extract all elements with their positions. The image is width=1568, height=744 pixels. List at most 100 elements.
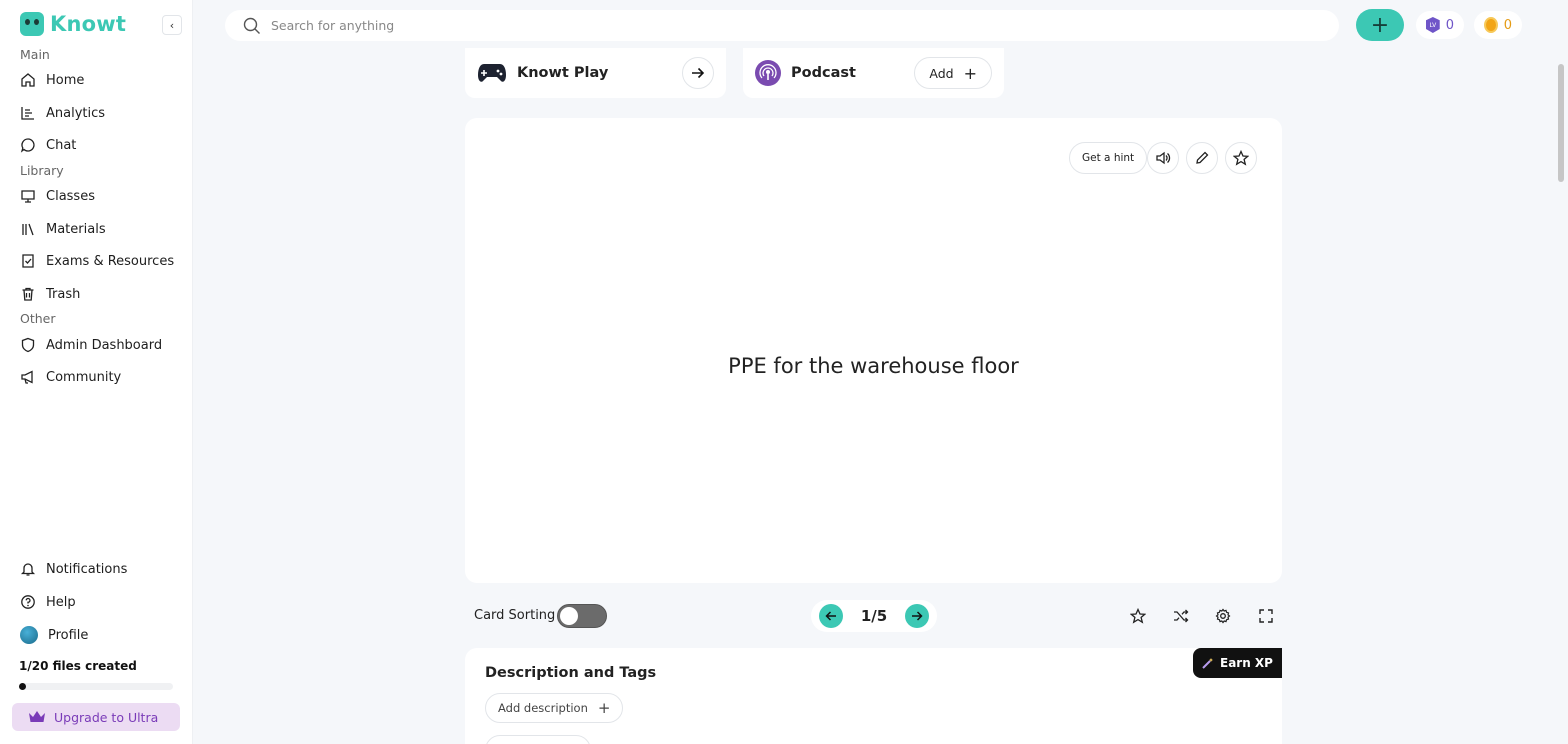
star-card-button[interactable] xyxy=(1225,142,1257,174)
help-icon xyxy=(21,595,35,609)
avatar xyxy=(20,626,38,644)
arrow-left-icon xyxy=(825,611,836,621)
knowt-logo[interactable]: Knowt xyxy=(20,12,126,36)
sidebar-item-chat[interactable]: Chat xyxy=(20,135,76,155)
fullscreen-icon xyxy=(1259,609,1273,623)
audio-button[interactable] xyxy=(1147,142,1179,174)
section-label-main: Main xyxy=(20,47,50,62)
app-name: Knowt xyxy=(50,12,127,36)
podcast-icon xyxy=(755,60,781,86)
wand-icon xyxy=(1202,658,1213,669)
earn-xp-badge[interactable]: Earn XP xyxy=(1193,648,1282,678)
coin-count: 0 xyxy=(1503,17,1512,33)
sidebar-item-trash[interactable]: Trash xyxy=(20,284,80,304)
sidebar-item-notifications[interactable]: Notifications xyxy=(20,559,127,579)
star-icon xyxy=(1233,150,1249,166)
description-panel: Description and Tags Earn XP Add descrip… xyxy=(465,648,1282,744)
sidebar-item-analytics[interactable]: Analytics xyxy=(20,103,105,123)
knowt-logo-icon xyxy=(20,12,44,36)
sidebar-item-profile[interactable]: Profile xyxy=(20,625,88,645)
collapse-sidebar-button[interactable]: ‹ xyxy=(162,15,182,35)
files-progress-fill xyxy=(19,683,26,690)
search-icon xyxy=(243,17,260,34)
sidebar-item-label: Trash xyxy=(46,286,81,302)
speaker-icon xyxy=(1156,151,1171,165)
earn-xp-label: Earn XP xyxy=(1220,656,1273,670)
arrow-right-icon xyxy=(692,67,705,79)
home-icon xyxy=(21,73,35,87)
sidebar-item-label: Help xyxy=(46,594,76,610)
flashcard[interactable]: Get a hint PPE for the warehouse floor xyxy=(465,118,1282,583)
megaphone-icon xyxy=(21,370,33,384)
materials-icon xyxy=(22,223,34,236)
card-position: 1/5 xyxy=(860,607,888,625)
search-placeholder: Search for anything xyxy=(271,18,395,33)
description-title: Description and Tags xyxy=(485,665,657,681)
sidebar-item-materials[interactable]: Materials xyxy=(20,219,106,239)
gamepad-icon xyxy=(478,64,506,82)
sidebar-item-label: Community xyxy=(46,369,122,385)
starred-filter-button[interactable] xyxy=(1125,603,1151,629)
settings-button[interactable] xyxy=(1210,603,1236,629)
crown-icon xyxy=(29,711,45,722)
podcast-add-label: Add xyxy=(929,65,954,81)
search-input[interactable]: Search for anything xyxy=(225,10,1339,41)
card-pager: 1/5 xyxy=(811,600,937,632)
shuffle-icon xyxy=(1174,609,1189,623)
knowt-play-open-button[interactable] xyxy=(682,57,714,89)
sidebar-item-label: Admin Dashboard xyxy=(46,337,163,353)
create-button[interactable]: + xyxy=(1356,9,1404,41)
level-badge-icon: LV xyxy=(1426,17,1440,33)
arrow-right-icon xyxy=(911,611,923,621)
sidebar-item-label: Materials xyxy=(46,221,106,237)
plus-icon: + xyxy=(963,63,977,83)
sidebar-item-admin-dashboard[interactable]: Admin Dashboard xyxy=(20,335,162,355)
files-progress-bar xyxy=(19,683,173,690)
gear-icon xyxy=(1215,608,1231,624)
add-tags-button[interactable] xyxy=(485,735,591,744)
toggle-knob xyxy=(560,607,578,625)
card-sorting-label: Card Sorting xyxy=(474,608,556,623)
podcast-add-button[interactable]: Add + xyxy=(914,57,992,89)
knowt-play-title: Knowt Play xyxy=(517,65,609,81)
level-stat[interactable]: LV 0 xyxy=(1416,11,1464,39)
sidebar-item-home[interactable]: Home xyxy=(20,70,84,90)
edit-button[interactable] xyxy=(1186,142,1218,174)
sidebar-item-label: Analytics xyxy=(46,105,106,121)
files-created-label: 1/20 files created xyxy=(19,659,137,673)
plus-icon: + xyxy=(597,699,611,717)
section-label-library: Library xyxy=(20,163,64,178)
section-label-other: Other xyxy=(20,311,56,326)
fullscreen-button[interactable] xyxy=(1253,603,1279,629)
classes-icon xyxy=(21,190,35,203)
shuffle-button[interactable] xyxy=(1168,603,1194,629)
sidebar-item-label: Exams & Resources xyxy=(46,253,175,269)
knowt-play-card[interactable]: Knowt Play xyxy=(465,48,726,98)
coin-icon xyxy=(1484,17,1498,33)
coin-stat[interactable]: 0 xyxy=(1474,11,1522,39)
next-card-button[interactable] xyxy=(904,604,929,628)
podcast-title: Podcast xyxy=(791,65,856,81)
sidebar: Knowt ‹ Main Home Analytics Chat Library… xyxy=(0,0,193,744)
sidebar-item-label: Classes xyxy=(46,188,95,204)
podcast-card[interactable]: Podcast Add + xyxy=(743,48,1004,98)
exams-icon xyxy=(22,254,34,268)
card-sorting-toggle[interactable] xyxy=(557,604,607,628)
sidebar-item-community[interactable]: Community xyxy=(20,367,121,387)
plus-icon: + xyxy=(1370,12,1390,38)
sidebar-item-exams-resources[interactable]: Exams & Resources xyxy=(20,251,174,271)
analytics-icon xyxy=(21,107,34,120)
add-description-button[interactable]: Add description + xyxy=(485,693,624,723)
sidebar-item-label: Chat xyxy=(46,137,77,153)
flashcard-term: PPE for the warehouse floor xyxy=(728,354,1019,378)
upgrade-to-ultra-button[interactable]: Upgrade to Ultra xyxy=(12,703,180,731)
level-count: 0 xyxy=(1445,17,1454,33)
scrollbar[interactable] xyxy=(1558,64,1564,182)
sidebar-item-help[interactable]: Help xyxy=(20,592,76,612)
sidebar-item-label: Home xyxy=(46,72,85,88)
get-hint-button[interactable]: Get a hint xyxy=(1069,142,1148,174)
trash-icon xyxy=(22,287,34,301)
previous-card-button[interactable] xyxy=(819,604,843,628)
sidebar-item-classes[interactable]: Classes xyxy=(20,186,95,206)
pencil-icon xyxy=(1196,151,1209,164)
